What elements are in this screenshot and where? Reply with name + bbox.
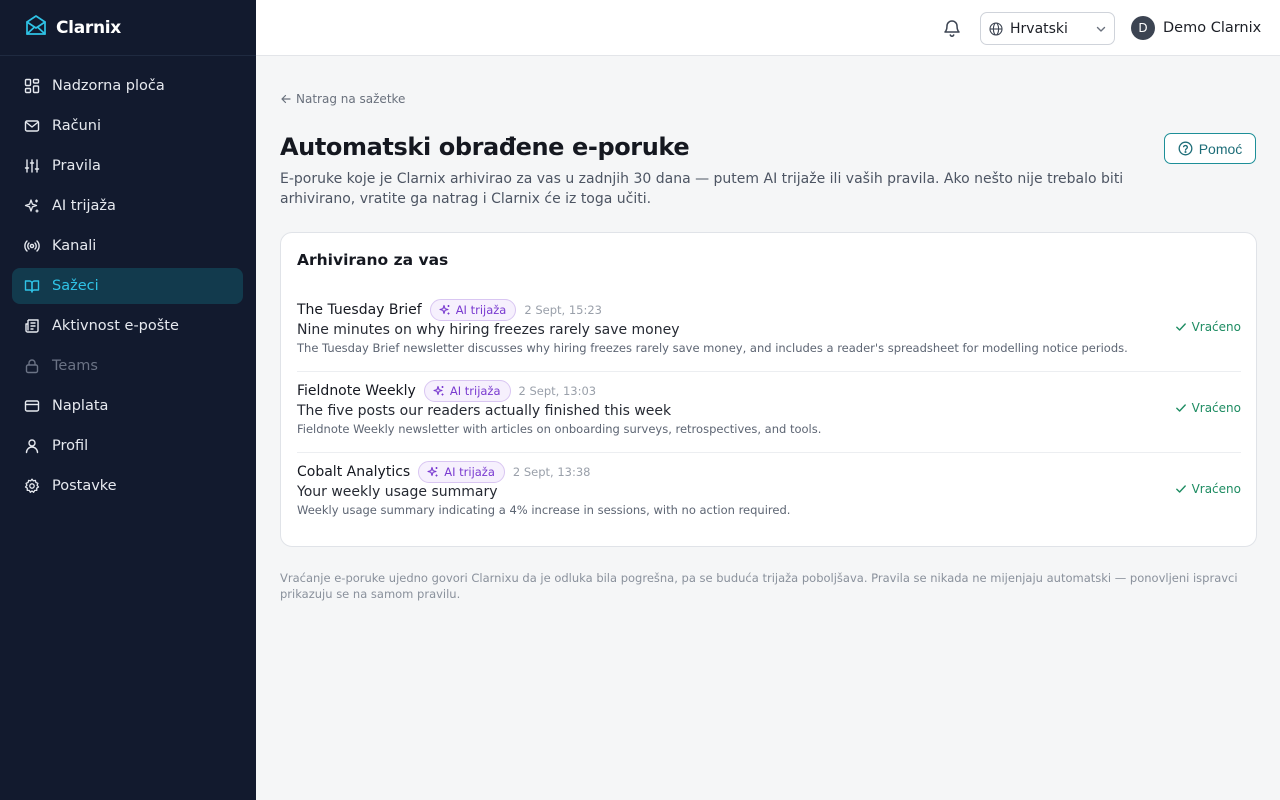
avatar: D: [1131, 16, 1155, 40]
status-returned: Vraćeno: [1175, 482, 1241, 496]
radio-icon: [24, 238, 40, 254]
sidebar-item-channels[interactable]: Kanali: [12, 228, 243, 264]
arrow-left-icon: [280, 93, 296, 105]
list-item[interactable]: Cobalt Analytics AI trijaža 2 Sept, 13:3…: [297, 453, 1241, 534]
sidebar-item-label: Kanali: [52, 238, 97, 254]
sidebar: Clarnix Nadzorna ploča Računi Pravila AI…: [0, 0, 256, 800]
badge-label: AI trijaža: [449, 384, 501, 398]
dashboard-icon: [24, 78, 40, 94]
sparkles-icon: [427, 466, 438, 477]
badge-label: AI trijaža: [455, 303, 507, 317]
sender-name: Cobalt Analytics: [297, 464, 411, 480]
sidebar-item-teams: Teams: [12, 348, 243, 384]
status-returned: Vraćeno: [1175, 401, 1241, 415]
sidebar-item-label: Pravila: [52, 158, 101, 174]
ai-triage-badge: AI trijaža: [418, 461, 505, 483]
list-item[interactable]: The Tuesday Brief AI trijaža 2 Sept, 15:…: [297, 291, 1241, 372]
mail-icon: [24, 118, 40, 134]
sparkles-icon: [24, 198, 40, 214]
badge-label: AI trijaža: [444, 465, 495, 479]
sidebar-item-billing[interactable]: Naplata: [12, 388, 243, 424]
timestamp: 2 Sept, 15:23: [524, 303, 602, 317]
sidebar-item-label: Računi: [52, 118, 102, 134]
sidebar-item-label: Profil: [52, 438, 89, 454]
brand[interactable]: Clarnix: [0, 0, 256, 56]
email-subject: Nine minutes on why hiring freezes rarel…: [297, 322, 680, 338]
help-button[interactable]: Pomoć: [1164, 133, 1256, 164]
sidebar-item-ai-triage[interactable]: AI trijaža: [12, 188, 243, 224]
sidebar-item-settings[interactable]: Postavke: [12, 468, 243, 504]
sidebar-item-label: Nadzorna ploča: [52, 78, 165, 94]
clarnix-logo-icon: [24, 14, 48, 42]
sparkles-icon: [433, 385, 444, 396]
sidebar-item-rules[interactable]: Pravila: [12, 148, 243, 184]
credit-card-icon: [24, 398, 40, 414]
book-open-icon: [24, 278, 40, 294]
status-label: Vraćeno: [1191, 482, 1241, 496]
user-icon: [24, 438, 40, 454]
gear-icon: [24, 478, 40, 494]
check-icon: [1175, 485, 1186, 493]
check-icon: [1175, 323, 1186, 331]
help-button-label: Pomoć: [1198, 140, 1243, 157]
footnote: Vraćanje e-poruke ujedno govori Clarnixu…: [280, 571, 1238, 601]
sender-name: The Tuesday Brief: [297, 302, 422, 318]
timestamp: 2 Sept, 13:38: [512, 465, 591, 479]
lock-icon: [24, 358, 40, 374]
back-to-digests-link[interactable]: Natrag na sažetke: [280, 92, 405, 106]
back-link-label: Natrag na sažetke: [296, 92, 406, 106]
sidebar-item-label: Sažeci: [52, 278, 99, 294]
email-summary: Fieldnote Weekly newsletter with article…: [297, 422, 822, 436]
user-name: Demo Clarnix: [1163, 20, 1262, 36]
sidebar-nav: Nadzorna ploča Računi Pravila AI trijaža…: [0, 56, 256, 504]
email-subject: The five posts our readers actually fini…: [297, 403, 672, 419]
sidebar-item-digests[interactable]: Sažeci: [12, 268, 243, 304]
sidebar-item-dashboard[interactable]: Nadzorna ploča: [12, 68, 243, 104]
sidebar-item-profile[interactable]: Profil: [12, 428, 243, 464]
language-select[interactable]: Hrvatski: [980, 12, 1115, 45]
card-title: Arhivirano za vas: [297, 251, 449, 269]
sidebar-item-label: Postavke: [52, 478, 117, 494]
globe-icon: [989, 21, 1003, 36]
sidebar-item-email-activity[interactable]: Aktivnost e-pošte: [12, 308, 243, 344]
sidebar-item-label: Naplata: [52, 398, 109, 414]
sidebar-item-accounts[interactable]: Računi: [12, 108, 243, 144]
status-label: Vraćeno: [1191, 401, 1241, 415]
sidebar-item-label: Teams: [52, 358, 98, 374]
email-summary: Weekly usage summary indicating a 4% inc…: [297, 503, 791, 517]
notifications-bell-icon[interactable]: [942, 18, 962, 38]
top-header: Hrvatski D Demo Clarnix: [256, 0, 1280, 56]
user-menu[interactable]: D Demo Clarnix: [1131, 16, 1261, 40]
sender-name: Fieldnote Weekly: [297, 383, 416, 399]
sparkles-icon: [439, 304, 450, 315]
sidebar-item-label: AI trijaža: [52, 198, 116, 214]
sliders-icon: [24, 158, 40, 174]
status-returned: Vraćeno: [1175, 320, 1241, 334]
ai-triage-badge: AI trijaža: [429, 299, 517, 321]
sidebar-item-label: Aktivnost e-pošte: [52, 318, 179, 334]
brand-name: Clarnix: [56, 17, 121, 38]
check-icon: [1175, 404, 1186, 412]
archived-card: Arhivirano za vas The Tuesday Brief AI t…: [280, 232, 1257, 547]
email-subject: Your weekly usage summary: [297, 484, 498, 500]
list-item[interactable]: Fieldnote Weekly AI trijaža 2 Sept, 13:0…: [297, 372, 1241, 453]
status-label: Vraćeno: [1191, 320, 1241, 334]
page-subtitle: E-poruke koje je Clarnix arhivirao za va…: [280, 171, 1124, 207]
page-title: Automatski obrađene e-poruke: [280, 133, 690, 161]
newspaper-icon: [24, 318, 40, 334]
timestamp: 2 Sept, 13:03: [518, 384, 597, 398]
ai-triage-badge: AI trijaža: [423, 380, 511, 402]
email-summary: The Tuesday Brief newsletter discusses w…: [297, 341, 1128, 355]
language-value: Hrvatski: [1010, 20, 1068, 37]
help-circle-icon: [1178, 141, 1199, 156]
